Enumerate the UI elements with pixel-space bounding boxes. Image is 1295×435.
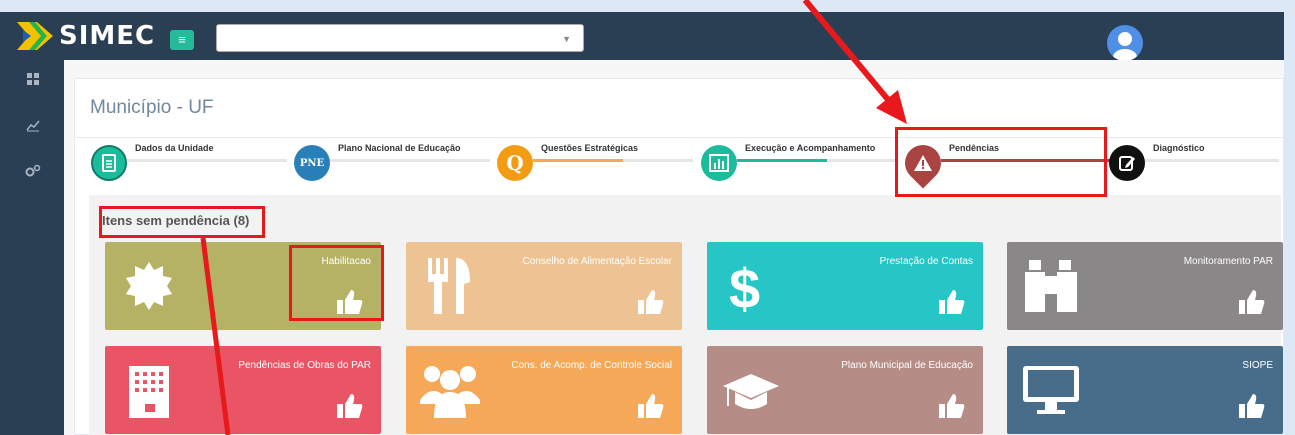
gears-icon[interactable] — [25, 164, 41, 180]
monitor-icon — [1023, 366, 1079, 414]
outer-background — [0, 0, 1295, 12]
line-chart-icon[interactable] — [25, 118, 41, 134]
q-icon: Q — [497, 145, 533, 181]
user-icon — [1113, 32, 1137, 61]
unit-select[interactable]: ▼ — [216, 24, 584, 52]
tile-label: Cons. de Acomp. de Controle Social — [511, 360, 672, 371]
step-progress-line — [533, 159, 623, 162]
main-content: Município - UF Dados da Unidade PNE Plan… — [64, 60, 1285, 435]
sidebar — [3, 60, 64, 435]
step-progress-rest — [827, 159, 897, 162]
step-label: Execução e Acompanhamento — [745, 143, 876, 153]
step-label: Dados da Unidade — [135, 143, 214, 153]
step-progress-line — [737, 159, 827, 162]
step-execucao[interactable]: Execução e Acompanhamento — [701, 141, 901, 191]
seal-icon — [126, 262, 172, 310]
edit-icon — [1109, 145, 1145, 181]
step-progress-rest — [623, 159, 693, 162]
tile-monitoramento-par[interactable]: Monitoramento PAR — [1007, 242, 1283, 330]
step-progress-line — [127, 159, 287, 162]
tile-label: Conselho de Alimentação Escolar — [522, 256, 672, 267]
top-bar: SIMEC ≡ ▼ — [3, 12, 1284, 61]
binoculars-icon — [1025, 260, 1077, 312]
chevron-down-icon: ▼ — [562, 34, 571, 44]
thumbs-up-icon — [939, 394, 965, 418]
thumbs-up-icon — [638, 290, 664, 314]
step-diagnostico[interactable]: Diagnóstico — [1109, 141, 1279, 191]
tile-label: Pendências de Obras do PAR — [238, 360, 371, 371]
tile-label: Prestação de Contas — [879, 256, 973, 267]
app-logo[interactable]: SIMEC — [15, 20, 155, 52]
step-questoes-estrategicas[interactable]: Q Questões Estratégicas — [497, 141, 697, 191]
thumbs-up-icon — [1239, 290, 1265, 314]
fork-knife-icon — [428, 258, 470, 314]
step-dados-da-unidade[interactable]: Dados da Unidade — [91, 141, 291, 191]
svg-text:$: $ — [729, 257, 760, 316]
pne-icon: PNE — [294, 145, 330, 181]
thumbs-up-icon — [939, 290, 965, 314]
step-label: Plano Nacional de Educação — [338, 143, 461, 153]
tile-cons-acomp-controle-social[interactable]: Cons. de Acomp. de Controle Social — [406, 346, 682, 434]
highlight-section-title — [99, 206, 265, 238]
app-name: SIMEC — [59, 21, 156, 51]
step-plano-nacional[interactable]: PNE Plano Nacional de Educação — [294, 141, 494, 191]
thumbs-up-icon — [1239, 394, 1265, 418]
hamburger-icon: ≡ — [178, 32, 186, 47]
document-icon — [91, 145, 127, 181]
highlight-pendencias — [895, 127, 1107, 197]
tile-label: SIOPE — [1242, 360, 1273, 371]
dashboard-icon[interactable] — [25, 72, 41, 88]
graduation-cap-icon — [723, 374, 779, 409]
tile-plano-municipal[interactable]: Plano Municipal de Educação — [707, 346, 983, 434]
items-section: Itens sem pendência (8) Habilitacao Cons… — [89, 195, 1283, 435]
tile-siope[interactable]: SIOPE — [1007, 346, 1283, 434]
menu-toggle-button[interactable]: ≡ — [170, 30, 194, 50]
logo-icon — [17, 22, 53, 50]
building-icon — [129, 366, 169, 418]
tile-conselho-alimentacao[interactable]: Conselho de Alimentação Escolar — [406, 242, 682, 330]
step-label: Diagnóstico — [1153, 143, 1205, 153]
tile-pendencias-obras[interactable]: Pendências de Obras do PAR — [105, 346, 381, 434]
tile-prestacao-contas[interactable]: $ Prestação de Contas — [707, 242, 983, 330]
page-title: Município - UF — [90, 97, 214, 118]
user-avatar[interactable] — [1107, 25, 1143, 61]
step-progress-line — [330, 159, 490, 162]
chart-icon — [701, 145, 737, 181]
thumbs-up-icon — [337, 394, 363, 418]
thumbs-up-icon — [638, 394, 664, 418]
users-icon — [420, 366, 480, 418]
highlight-habilitacao — [289, 245, 384, 321]
tile-label: Plano Municipal de Educação — [841, 360, 973, 371]
step-label: Questões Estratégicas — [541, 143, 639, 153]
dollar-icon: $ — [729, 257, 760, 316]
step-progress-line — [1145, 159, 1279, 162]
tile-label: Monitoramento PAR — [1183, 256, 1273, 267]
outer-background-right — [1284, 0, 1295, 435]
